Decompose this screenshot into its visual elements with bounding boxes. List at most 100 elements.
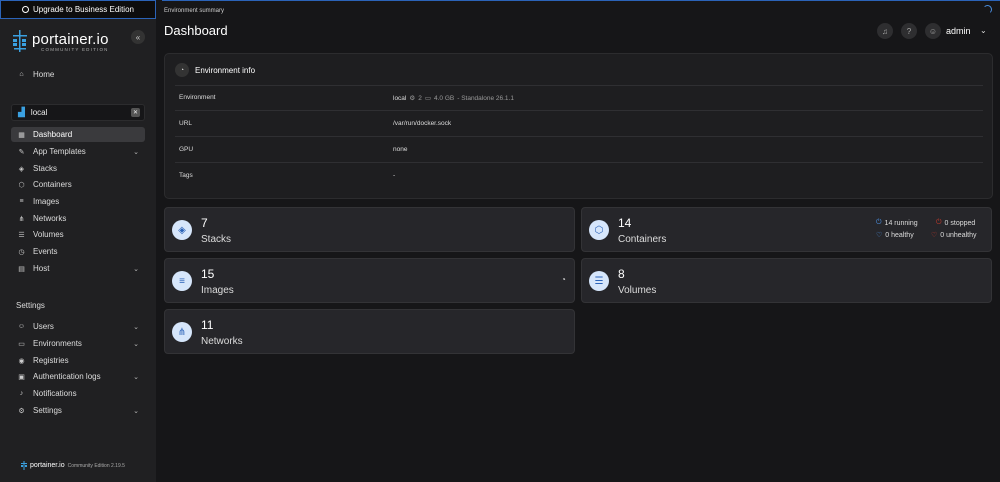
volumes-icon: ☰ [589,271,609,291]
stacks-card[interactable]: ◈ 7 Stacks [164,207,575,252]
networks-card[interactable]: ⋔ 11 Networks [164,309,575,354]
user-avatar[interactable]: ☺ [925,23,941,39]
user-menu[interactable]: admin [946,26,971,36]
stacks-icon: ◈ [18,165,25,173]
networks-icon: ⋔ [18,215,25,223]
sidebar-item-registries[interactable]: ◉ Registries [11,353,145,368]
power-icon: ⏻ [876,219,882,226]
docker-icon: ▟ [18,107,25,117]
registries-icon: ◉ [18,357,25,365]
users-icon: ☺ [17,323,26,330]
chevrons-left-icon: « [135,32,141,42]
footer-brand: portainer.io [30,462,65,469]
sidebar-item-volumes[interactable]: ☰ Volumes [11,227,145,242]
stopped-count: 0 stopped [944,219,976,227]
heart-broken-icon: ♡ [931,232,938,239]
help-button[interactable]: ? [901,23,917,39]
sidebar-item-label: Home [33,70,55,79]
sidebar-item-label: Environments [33,339,82,348]
sidebar-item-notifications[interactable]: ♪ Notifications [11,386,145,401]
chevron-down-icon: ⌄ [133,148,139,156]
sidebar-item-events[interactable]: ◷ Events [11,244,145,259]
stacks-count: 7 [201,216,208,230]
settings-heading: Settings [16,301,45,310]
sidebar-item-home[interactable]: ⌂ Home [11,67,145,82]
sidebar-item-settings[interactable]: ⚙ Settings ⌄ [11,403,145,418]
tags-value: - [393,172,396,179]
home-icon: ⌂ [19,71,24,78]
sidebar-item-authentication-logs[interactable]: ▣ Authentication logs ⌄ [11,369,145,384]
healthy-count: 0 healthy [885,231,914,239]
chevron-down-icon[interactable]: ⌄ [980,26,987,35]
page-title: Dashboard [164,23,228,38]
events-icon: ◷ [18,248,25,256]
sidebar-item-networks[interactable]: ⋔ Networks [11,211,145,226]
sidebar-item-label: Host [33,264,50,273]
divider [175,162,983,163]
sidebar-item-containers[interactable]: ⬡ Containers [11,177,145,192]
running-count: 14 running [884,219,918,227]
heart-icon: ♡ [876,232,883,239]
sidebar-item-label: Stacks [33,164,58,173]
row-key: Tags [179,172,193,179]
networks-count: 11 [201,318,214,332]
volumes-count: 8 [618,267,625,281]
environment-value: local ⚙ 2 ▭ 4.0 GB - Standalone 26.1.1 [393,94,514,103]
power-off-icon: ⏻ [936,219,942,226]
gpu-value: none [393,146,408,153]
environment-name: local [30,108,48,117]
sidebar-item-images[interactable]: ≡ Images [11,194,145,209]
help-icon: ? [906,26,912,36]
sidebar-item-users[interactable]: ☺ Users ⌄ [11,319,145,334]
divider [175,85,983,86]
stacks-icon: ◈ [172,220,192,240]
networks-icon: ⋔ [172,322,192,342]
brand-logo[interactable]: portainer.io COMMUNITY EDITION [12,30,109,52]
chevron-down-icon: ⌄ [133,407,139,415]
sidebar-item-label: Images [33,197,60,206]
chevron-down-icon: ⌄ [133,323,139,331]
sidebar-item-host[interactable]: ▤ Host ⌄ [11,261,145,276]
sidebar-item-label: Events [33,247,58,256]
url-value: /var/run/docker.sock [393,120,452,127]
containers-card[interactable]: ⬡ 14 Containers ⏻ 14 running ⏻ 0 stopped… [581,207,992,252]
close-environment-button[interactable]: ✕ [131,108,140,117]
breadcrumb: Environment summary [164,8,225,14]
loading-bar [162,0,1000,1]
networks-label: Networks [201,336,243,347]
sidebar-item-label: Dashboard [33,130,73,139]
sidebar-item-label: Notifications [33,389,77,398]
memory-icon: ▭ [424,95,431,102]
images-icon: ≡ [172,271,192,291]
settings-icon: ⚙ [18,407,25,415]
images-card[interactable]: ≡ 15 Images ◔ [164,258,575,303]
upgrade-button[interactable]: Upgrade to Business Edition [0,0,156,19]
sidebar-item-app-templates[interactable]: ✎ App Templates ⌄ [11,144,145,159]
environment-name: local [393,94,407,102]
healthy-stat: ♡ 0 healthy [876,231,914,240]
divider [175,136,983,137]
chevron-down-icon: ⌄ [133,340,139,348]
panel-header: ◔ Environment info [175,63,255,77]
stopped-stat: ⏻ 0 stopped [936,219,975,227]
environment-type: - Standalone 26.1.1 [457,94,514,102]
environment-selector[interactable]: ▟ local ✕ [11,104,145,121]
row-key: Environment [179,94,216,101]
brand-subtitle: COMMUNITY EDITION [41,46,109,52]
dashboard-icon: ▦ [18,131,25,139]
containers-count: 14 [618,216,632,230]
bell-off-icon: ♫ [882,26,888,36]
volumes-card[interactable]: ☰ 8 Volumes [581,258,992,303]
sidebar-item-stacks[interactable]: ◈ Stacks [11,161,145,176]
sidebar-item-label: Settings [33,406,62,415]
volumes-label: Volumes [618,285,657,296]
memory-size: 4.0 GB [433,94,455,102]
containers-icon: ⬡ [18,181,25,189]
sidebar-item-label: Containers [33,180,72,189]
environment-info-panel: ◔ Environment info Environment local ⚙ 2… [164,53,993,199]
sidebar-item-environments[interactable]: ▭ Environments ⌄ [11,336,145,351]
sidebar-item-label: Registries [33,356,69,365]
notifications-bell-button[interactable]: ♫ [877,23,893,39]
sidebar-item-dashboard[interactable]: ▦ Dashboard [11,127,145,142]
collapse-sidebar-button[interactable]: « [131,30,145,44]
